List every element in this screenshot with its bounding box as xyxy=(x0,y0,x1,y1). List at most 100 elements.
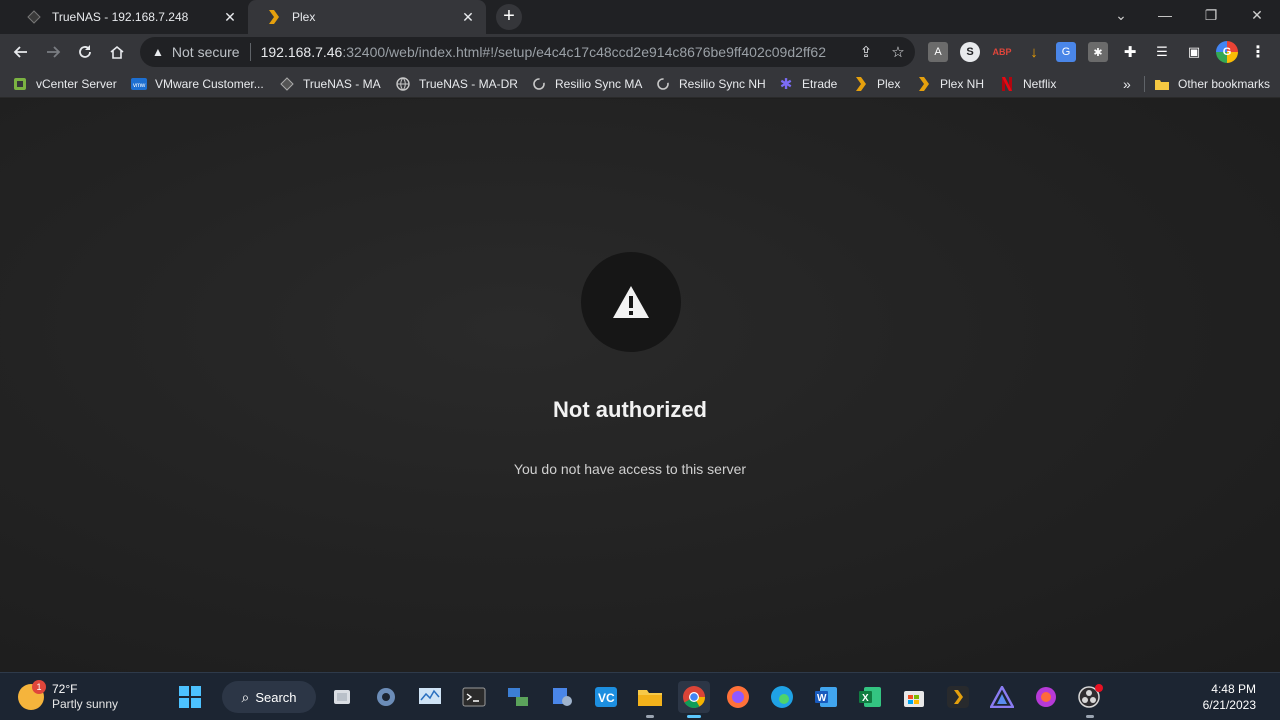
arrow-left-icon xyxy=(13,46,27,58)
bookmark-plex-nh[interactable]: Plex NH xyxy=(916,75,984,93)
tab-close-icon[interactable]: ✕ xyxy=(460,9,476,25)
bookmark-label: Other bookmarks xyxy=(1178,77,1271,91)
notification-badge: 1 xyxy=(32,680,46,694)
bookmark-vcenter[interactable]: vCenter Server xyxy=(12,75,117,93)
new-tab-button[interactable]: + xyxy=(496,4,522,30)
resilio-icon xyxy=(531,76,547,92)
menu-kebab-icon[interactable]: ⋮ xyxy=(1248,42,1268,62)
share-icon[interactable]: ⇪ xyxy=(856,42,876,62)
close-window-button[interactable]: ✕ xyxy=(1234,0,1280,30)
adblock-extension-icon[interactable]: ABP xyxy=(992,42,1012,62)
tab-title: Plex xyxy=(292,10,316,24)
side-panel-icon[interactable]: ▣ xyxy=(1184,42,1204,62)
taskbar-task-view[interactable] xyxy=(326,681,358,713)
warning-icon[interactable]: ▲ xyxy=(152,45,164,59)
media-queue-icon[interactable]: ☰ xyxy=(1152,42,1172,62)
weather-temperature: 72°F xyxy=(52,682,78,696)
bookmark-resilio-ma[interactable]: Resilio Sync MA xyxy=(531,75,642,93)
back-button[interactable] xyxy=(7,38,35,66)
terminal-icon xyxy=(462,687,486,707)
bookmark-resilio-nh[interactable]: Resilio Sync NH xyxy=(655,75,766,93)
bookmarks-bar: vCenter Server vmw VMware Customer... Tr… xyxy=(0,70,1280,98)
reload-button[interactable] xyxy=(71,38,99,66)
taskbar-remote-desktop[interactable] xyxy=(502,681,534,713)
taskbar-search-button[interactable]: ⌕ Search xyxy=(222,681,316,713)
extension-icon[interactable]: A xyxy=(928,42,948,62)
network-icon xyxy=(508,688,528,706)
system-clock[interactable]: 4:48 PM 6/21/2023 xyxy=(1203,681,1256,713)
vcenter-icon xyxy=(12,76,28,92)
forward-button[interactable] xyxy=(39,38,67,66)
taskbar-excel[interactable]: X xyxy=(854,681,886,713)
translate-extension-icon[interactable]: G xyxy=(1056,42,1076,62)
truenas-favicon-icon xyxy=(26,9,42,25)
tab-close-icon[interactable]: ✕ xyxy=(222,9,238,25)
taskbar-vmware-console[interactable]: VC xyxy=(590,681,622,713)
bookmark-label: Plex xyxy=(877,77,901,91)
search-icon: ⌕ xyxy=(241,688,250,705)
bookmark-vmware[interactable]: vmw VMware Customer... xyxy=(131,75,264,93)
bookmark-etrade[interactable]: ✱ Etrade xyxy=(778,75,838,93)
download-extension-icon[interactable]: ↓ xyxy=(1024,42,1044,62)
bookmark-label: VMware Customer... xyxy=(155,77,264,91)
taskbar-resource-monitor[interactable] xyxy=(414,681,446,713)
bookmark-truenas-ma-dr[interactable]: TrueNAS - MA-DR xyxy=(395,75,518,93)
url-host[interactable]: 192.168.7.46 xyxy=(261,44,343,60)
tab-search-button[interactable]: ⌄ xyxy=(1098,0,1144,30)
taskbar-chrome[interactable] xyxy=(678,681,710,718)
security-status-label[interactable]: Not secure xyxy=(172,44,240,60)
address-bar[interactable]: ▲ Not secure 192.168.7.46:32400/web/inde… xyxy=(140,37,915,67)
taskbar-obs[interactable] xyxy=(1074,681,1106,718)
taskbar-store[interactable] xyxy=(898,681,930,713)
taskbar-admin-tools[interactable] xyxy=(546,681,578,713)
folder-icon xyxy=(638,690,662,706)
divider xyxy=(1144,76,1145,92)
svg-text:X: X xyxy=(862,693,869,704)
plex-favicon-icon xyxy=(266,9,282,25)
weather-widget[interactable]: 1 72°F Partly sunny xyxy=(18,679,118,715)
tab-truenas[interactable]: TrueNAS - 192.168.7.248 ✕ xyxy=(8,0,248,34)
bookmark-other-folder[interactable]: Other bookmarks xyxy=(1154,75,1270,93)
bookmark-netflix[interactable]: Netflix xyxy=(999,75,1056,93)
start-button[interactable] xyxy=(174,681,206,713)
extension-icon[interactable]: ✱ xyxy=(1088,42,1108,62)
bookmark-truenas-ma[interactable]: TrueNAS - MA xyxy=(279,75,381,93)
minimize-button[interactable]: — xyxy=(1142,0,1188,30)
svg-text:VC: VC xyxy=(598,691,615,705)
windows-logo-icon xyxy=(179,686,201,708)
puzzle-extensions-icon[interactable]: ✚ xyxy=(1120,42,1140,62)
taskbar-word[interactable]: W xyxy=(810,681,842,713)
restore-button[interactable]: ❐ xyxy=(1188,0,1234,30)
taskbar-media-app[interactable] xyxy=(1030,681,1062,713)
word-icon: W xyxy=(815,687,837,707)
truenas-icon xyxy=(279,76,295,92)
bookmark-label: TrueNAS - MA xyxy=(303,77,381,91)
active-indicator xyxy=(687,715,701,718)
taskbar-file-explorer[interactable] xyxy=(634,681,666,718)
tab-plex[interactable]: Plex ✕ xyxy=(248,0,486,34)
profile-avatar-icon[interactable]: G xyxy=(1216,41,1238,63)
svg-text:vmw: vmw xyxy=(133,83,146,89)
bookmark-plex[interactable]: Plex xyxy=(853,75,900,93)
bookmark-star-icon[interactable]: ☆ xyxy=(888,42,908,62)
arrow-right-icon xyxy=(47,46,61,58)
taskbar-settings[interactable] xyxy=(370,681,402,713)
skype-extension-icon[interactable]: S xyxy=(960,42,980,62)
url-path[interactable]: :32400/web/index.html#!/setup/e4c4c17c48… xyxy=(342,44,826,60)
chrome-icon xyxy=(683,686,705,708)
bookmarks-overflow-button[interactable]: » xyxy=(1123,75,1131,93)
tab-strip: TrueNAS - 192.168.7.248 ✕ Plex ✕ + ⌄ — ❐… xyxy=(0,0,1280,34)
bookmark-label: Resilio Sync MA xyxy=(555,77,643,91)
taskbar-plex[interactable] xyxy=(942,681,974,713)
taskbar-terminal[interactable] xyxy=(458,681,490,713)
reload-icon xyxy=(79,45,91,58)
folder-icon xyxy=(1154,76,1170,92)
page-content: Not authorized You do not have access to… xyxy=(0,99,1280,672)
taskbar-edge[interactable] xyxy=(766,681,798,713)
home-button[interactable] xyxy=(103,38,131,66)
taskbar-firefox[interactable] xyxy=(722,681,754,713)
plex-icon xyxy=(947,686,969,708)
task-view-icon xyxy=(334,690,350,704)
weather-sun-icon: 1 xyxy=(18,680,46,710)
taskbar-prism-app[interactable] xyxy=(986,681,1018,713)
